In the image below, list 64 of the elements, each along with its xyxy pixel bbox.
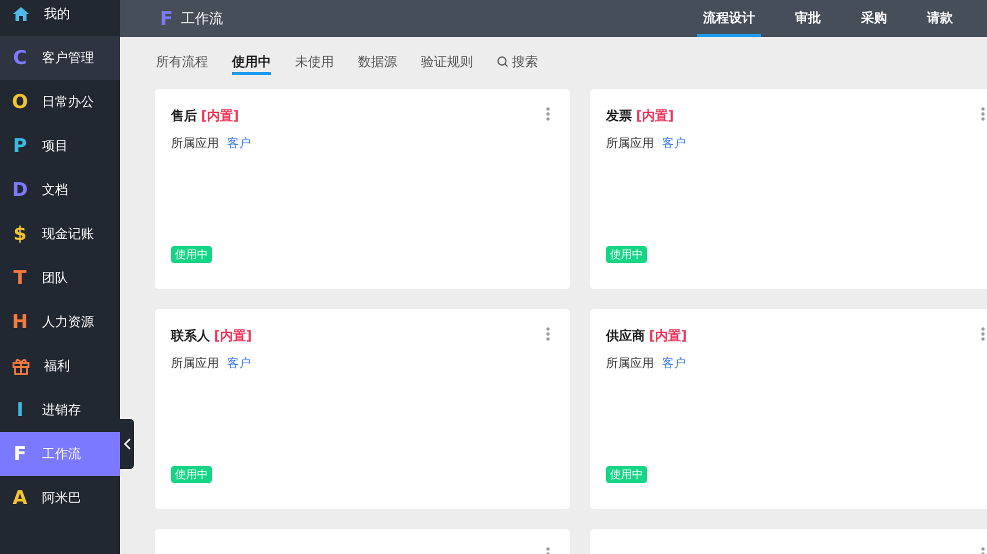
letter-icon: D — [12, 180, 28, 200]
app-label: 所属应用 — [171, 135, 219, 152]
letter-icon: P — [12, 136, 28, 156]
letter-icon: $ — [12, 224, 28, 244]
more-icon[interactable] — [546, 107, 550, 121]
builtin-tag: [内置] — [636, 107, 674, 125]
sidebar-item[interactable]: T 团队 — [0, 256, 120, 300]
app-label: 所属应用 — [606, 135, 654, 152]
status-badge: 使用中 — [171, 246, 212, 263]
app-link[interactable]: 客户 — [662, 135, 686, 152]
filter-tab[interactable]: 未使用 — [295, 51, 334, 75]
more-icon[interactable] — [981, 107, 985, 121]
sidebar-item[interactable]: O 日常办公 — [0, 80, 120, 124]
sidebar-item[interactable]: 我的 — [0, 0, 120, 36]
builtin-tag: [内置] — [214, 327, 252, 345]
filter-tab[interactable]: 所有流程 — [156, 51, 208, 75]
builtin-tag: [内置] — [201, 107, 239, 125]
sidebar-item[interactable]: A 阿米巴 — [0, 476, 120, 520]
sidebar-item[interactable]: P 项目 — [0, 124, 120, 168]
status-badge: 使用中 — [606, 246, 647, 263]
filter-tab[interactable]: 数据源 — [358, 51, 397, 75]
letter-icon: F — [12, 444, 28, 464]
collapse-button[interactable] — [120, 419, 134, 469]
more-icon[interactable] — [981, 327, 985, 341]
sidebar-item[interactable]: $ 现金记账 — [0, 212, 120, 256]
status-badge: 使用中 — [171, 466, 212, 483]
letter-icon: C — [12, 48, 28, 68]
sidebar-item[interactable]: D 文档 — [0, 168, 120, 212]
search-icon — [497, 56, 508, 67]
card-title: 联系人 — [171, 328, 210, 345]
card-title: 发票 — [606, 108, 632, 125]
workflow-card[interactable]: 联系人 [内置] 所属应用 客户 使用中 — [155, 309, 570, 509]
workflow-card[interactable]: 供应商 [内置] 所属应用 客户 使用中 — [590, 309, 987, 509]
app-logo: F — [160, 8, 173, 30]
letter-icon: A — [12, 488, 28, 508]
workflow-card[interactable]: 发票 [内置] 所属应用 客户 使用中 — [590, 89, 987, 289]
sidebar-item[interactable]: H 人力资源 — [0, 300, 120, 344]
letter-icon: O — [12, 92, 28, 112]
filter-tab[interactable]: 验证规则 — [421, 51, 473, 75]
filter-tab[interactable]: 使用中 — [232, 51, 271, 75]
search-button[interactable]: 搜索 — [497, 51, 538, 75]
app-link[interactable]: 客户 — [227, 135, 251, 152]
nav-tab[interactable]: 采购 — [855, 0, 893, 37]
nav-tab[interactable]: 审批 — [789, 0, 827, 37]
nav-tab[interactable]: 请款 — [921, 0, 959, 37]
app-link[interactable]: 客户 — [662, 355, 686, 372]
app-link[interactable]: 客户 — [227, 355, 251, 372]
nav-tab[interactable]: 流程设计 — [697, 0, 761, 37]
sidebar-item[interactable]: I 进销存 — [0, 388, 120, 432]
card-title: 售后 — [171, 108, 197, 125]
app-label: 所属应用 — [606, 355, 654, 372]
workflow-card[interactable]: 售后 [内置] 所属应用 客户 使用中 — [155, 89, 570, 289]
sidebar-item[interactable]: 福利 — [0, 344, 120, 388]
letter-icon: I — [12, 400, 28, 420]
letter-icon: H — [12, 312, 28, 332]
more-icon[interactable] — [546, 327, 550, 341]
page-title: 工作流 — [180, 10, 223, 28]
letter-icon: T — [12, 268, 28, 288]
builtin-tag: [内置] — [649, 327, 687, 345]
sidebar-item[interactable]: C 客户管理 — [0, 36, 120, 80]
app-label: 所属应用 — [171, 355, 219, 372]
status-badge: 使用中 — [606, 466, 647, 483]
chevron-left-icon — [124, 438, 130, 450]
card-title: 供应商 — [606, 328, 645, 345]
